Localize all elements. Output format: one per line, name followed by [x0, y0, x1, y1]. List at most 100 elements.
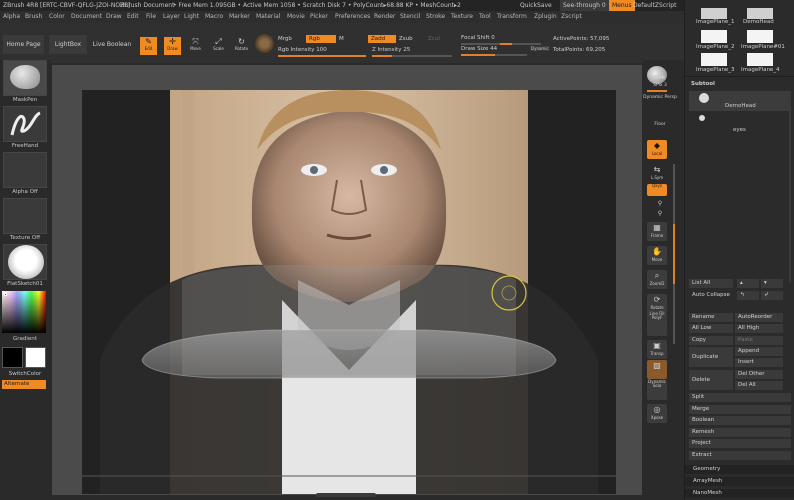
duplicate-button[interactable]: Duplicate [689, 347, 733, 367]
menu-preferences[interactable]: Preferences [335, 11, 370, 23]
del-all-button[interactable]: Del All [735, 381, 783, 390]
xpose-button[interactable]: ◎ Xpose [647, 404, 667, 423]
rotate-button[interactable]: ↻ Rotate [233, 37, 250, 55]
imageplane-4-label[interactable]: ImagePlane_4 [741, 67, 780, 73]
rename-button[interactable]: Rename [689, 313, 733, 322]
quicksave-button[interactable]: QuickSave [520, 0, 552, 11]
zadd-button[interactable]: Zadd [368, 35, 396, 43]
main-color-swatch[interactable] [2, 347, 23, 368]
imageplane-thumb-3[interactable] [701, 53, 727, 66]
menu-tool[interactable]: Tool [479, 11, 491, 23]
lsym-button[interactable]: ⇆ L.Sym [647, 164, 667, 183]
persp-button[interactable]: Dynamic Persp [643, 95, 677, 100]
demohead-thumb[interactable] [747, 8, 773, 19]
local-button[interactable]: ◆ Local [647, 140, 667, 159]
menu-movie[interactable]: Movie [287, 11, 305, 23]
geometry-subpalette[interactable]: Geometry [685, 465, 794, 474]
material-thumbnail[interactable] [3, 244, 47, 280]
subtool-item-eyes[interactable]: eyes [689, 113, 791, 135]
rgb-intensity-slider[interactable] [278, 55, 366, 57]
insert-button[interactable]: Insert [735, 358, 783, 367]
merge-button[interactable]: Merge [689, 405, 791, 414]
draw-size-slider[interactable] [461, 54, 527, 56]
see-through-slider[interactable]: See-through 0 [560, 0, 609, 11]
menu-alpha[interactable]: Alpha [3, 11, 20, 23]
draw-button[interactable]: ✛ Draw [164, 37, 181, 55]
alternate-button[interactable]: Alternate [2, 380, 46, 389]
menu-zscript[interactable]: Zscript [561, 11, 582, 23]
menus-toggle[interactable]: Menus [609, 0, 635, 11]
scale-button[interactable]: ⤢ Scale [210, 37, 227, 55]
menu-transform[interactable]: Transform [497, 11, 527, 23]
document-canvas[interactable] [82, 90, 616, 494]
view-icon-1[interactable]: ⚲ [643, 200, 677, 207]
all-low-button[interactable]: All Low [689, 324, 733, 333]
imageplane-2-label[interactable]: ImagePlane_2 [696, 44, 735, 50]
menu-color[interactable]: Color [49, 11, 65, 23]
move-down-button[interactable]: ↲ [761, 291, 783, 300]
lightbox-button[interactable]: LightBox [49, 35, 87, 54]
solo-button[interactable]: Dynamic Solo [647, 380, 667, 400]
imageplane-thumb-2[interactable] [701, 30, 727, 43]
arrow-up-button[interactable]: ▴ [737, 279, 759, 288]
nanomesh-subpalette[interactable]: NanoMesh [685, 489, 794, 498]
menu-zplugin[interactable]: Zplugin [534, 11, 557, 23]
shelf-scrollbar[interactable] [673, 164, 675, 344]
boolean-button[interactable]: Boolean [689, 416, 791, 425]
m-button[interactable]: M [339, 36, 344, 42]
move-button[interactable]: ⤧ Move [187, 37, 204, 55]
subtool-item-demohead[interactable]: DemoHead [689, 91, 791, 111]
paste-button[interactable]: Paste [735, 336, 783, 345]
move-view-button[interactable]: ✋ Move [647, 246, 667, 265]
rgb-button[interactable]: Rgb [306, 35, 336, 43]
menu-texture[interactable]: Texture [451, 11, 473, 23]
menu-layer[interactable]: Layer [163, 11, 180, 23]
dynamic-button[interactable]: Dynamic [530, 46, 550, 51]
all-high-button[interactable]: All High [735, 324, 783, 333]
menu-document[interactable]: Document [71, 11, 102, 23]
remesh-button[interactable]: Remesh [689, 428, 791, 437]
menu-marker[interactable]: Marker [229, 11, 250, 23]
menu-stroke[interactable]: Stroke [426, 11, 445, 23]
demohead-tool-label[interactable]: DemoHead [743, 19, 774, 25]
imageplane-3-label[interactable]: ImagePlane_3 [696, 67, 735, 73]
subtool-scrollbar[interactable] [789, 92, 791, 282]
zoom-button[interactable]: ⌕ ZoomD [647, 270, 667, 289]
zsub-button[interactable]: Zsub [399, 36, 413, 42]
menu-stencil[interactable]: Stencil [400, 11, 420, 23]
ghost-button[interactable]: ▧ [647, 360, 667, 379]
horizontal-scrollbar[interactable] [316, 493, 376, 497]
menu-render[interactable]: Render [374, 11, 395, 23]
color-picker[interactable] [2, 291, 46, 333]
frame-button[interactable]: ▦ Frame [647, 222, 667, 241]
material-sphere-icon[interactable] [255, 34, 274, 53]
menu-material[interactable]: Material [256, 11, 280, 23]
sculpt-viewport[interactable] [82, 90, 616, 494]
spix-label[interactable]: SPix 3 [643, 83, 677, 88]
view-icon-2[interactable]: ⚲ [643, 210, 677, 217]
transp-button[interactable]: ▣ Transp [647, 340, 667, 359]
draw-size-label[interactable]: Draw Size 44 [461, 46, 497, 52]
imageplane-thumb-1[interactable] [701, 8, 727, 19]
autoreorder-button[interactable]: AutoReorder [735, 313, 783, 322]
project-button[interactable]: Project [689, 439, 791, 448]
menu-draw[interactable]: Draw [106, 11, 122, 23]
focal-shift-label[interactable]: Focal Shift 0 [461, 35, 495, 41]
auto-collapse-button[interactable]: Auto Collapse [689, 291, 733, 300]
z-intensity-label[interactable]: Z Intensity 25 [372, 47, 410, 53]
imageplane-01-label[interactable]: ImagePlane#01 [741, 44, 785, 50]
menu-macro[interactable]: Macro [205, 11, 223, 23]
texture-thumbnail[interactable] [3, 198, 47, 234]
mrgb-button[interactable]: Mrgb [278, 36, 292, 42]
list-all-button[interactable]: List All [689, 279, 733, 288]
home-page-button[interactable]: Home Page [3, 35, 44, 54]
split-button[interactable]: Split [689, 393, 791, 402]
arrow-down-button[interactable]: ▾ [761, 279, 783, 288]
alpha-thumbnail[interactable] [3, 152, 47, 188]
subtool-title[interactable]: Subtool [691, 81, 715, 87]
imageplane-1-label[interactable]: ImagePlane_1 [696, 19, 735, 25]
linefill-button[interactable]: Line Fill PolyF [647, 312, 667, 336]
menu-picker[interactable]: Picker [310, 11, 328, 23]
gradient-label[interactable]: Gradient [0, 336, 50, 342]
arraymesh-subpalette[interactable]: ArrayMesh [685, 477, 794, 486]
